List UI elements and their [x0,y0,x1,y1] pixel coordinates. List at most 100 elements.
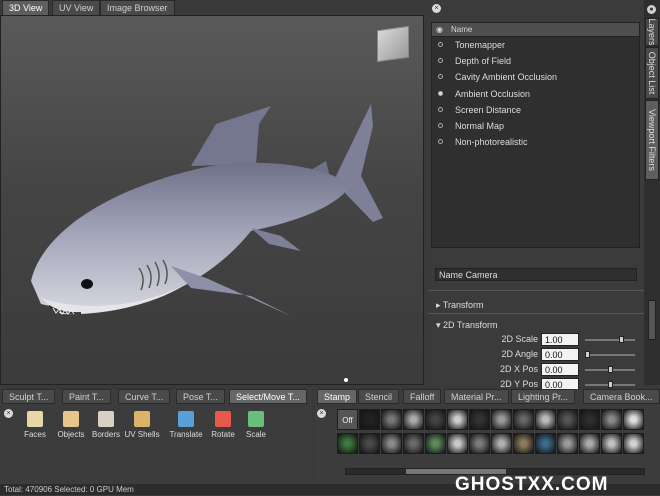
stamp-tab[interactable]: Stamp [317,389,358,404]
slider-knob[interactable] [607,381,613,388]
tab-3d-view[interactable]: 3D View [2,0,50,15]
stamp-thumbnail[interactable] [535,409,556,430]
tab-image-browser[interactable]: Image Browser [100,0,175,15]
stamp-thumbnail[interactable] [359,409,380,430]
stamp-tab[interactable]: Stencil [358,389,400,404]
stamp-thumbnail[interactable] [403,433,424,454]
tool-uv-shells[interactable]: UV Shells [124,411,160,439]
filter-row[interactable]: Depth of Field [432,53,639,69]
stamp-thumbnail[interactable] [623,433,644,454]
toggle-dot-icon[interactable] [438,122,443,128]
tab-layers[interactable]: Layers [645,18,659,46]
toggle-dot-icon[interactable] [438,106,443,112]
stamp-thumbnail[interactable] [491,409,512,430]
stamp-thumbnail[interactable] [337,433,358,454]
toggle-dot-icon[interactable] [438,58,443,64]
tool-tab[interactable]: Sculpt T... [2,389,56,404]
panel-button[interactable]: ● [647,5,656,14]
tool-tab[interactable]: Pose T... [176,389,225,404]
filter-row[interactable]: Tonemapper [432,37,639,53]
stamp-thumbnail[interactable] [557,409,578,430]
stamp-thumbnail[interactable] [579,433,600,454]
stamp-thumbnail[interactable] [425,433,446,454]
stamp-thumbnail[interactable] [601,433,622,454]
tool-faces[interactable]: Faces [17,411,53,439]
tab-layers-label: Layers [647,18,657,46]
filter-row[interactable]: Cavity Ambient Occlusion [432,69,639,85]
tool-rotate[interactable]: Rotate [205,411,241,439]
toggle-dot-icon[interactable] [438,42,443,47]
filter-row[interactable]: Screen Distance [432,102,639,118]
tab-viewport-filters[interactable]: Viewport Filters [645,100,659,180]
field-input[interactable]: 0.00 [541,348,579,361]
tab-viewport-filters-label: Viewport Filters [647,109,657,171]
tool-scale[interactable]: Scale [238,411,274,439]
scrollbar[interactable] [648,300,656,340]
tool-tab[interactable]: Select/Move T... [229,389,307,404]
stamp-thumbnail[interactable] [601,409,622,430]
slider-knob[interactable] [607,366,613,373]
filter-row[interactable]: Non-photorealistic [432,134,639,150]
stamp-thumbnail[interactable] [447,409,468,430]
stamp-tab[interactable]: Falloff [403,389,442,404]
slider-knob[interactable] [618,336,624,343]
tool-tray: Sculpt T... Paint T... Curve T... Pose T...… [0,389,312,484]
scale-icon [248,411,264,427]
stamp-thumbnail[interactable] [469,409,490,430]
tool-borders[interactable]: Borders [88,411,124,439]
filter-list: ◉ Name Tonemapper Depth of Field Cavity Am… [431,22,640,248]
stamp-thumbnail[interactable] [469,433,490,454]
stamp-tab[interactable]: Lighting Pr... [511,389,576,404]
field-slider[interactable] [585,336,635,343]
tool-label: Rotate [211,430,235,439]
stamp-close-icon[interactable]: × [317,409,326,418]
field-input[interactable]: 0.00 [541,363,579,376]
toggle-dot-icon[interactable] [438,74,443,80]
tool-objects[interactable]: Objects [53,411,89,439]
tray-close-icon[interactable]: × [4,409,13,418]
2d-transform-section[interactable]: ▾ 2D Transform [436,320,498,331]
stamp-tab[interactable]: Material Pr... [444,389,509,404]
field-input[interactable]: 1.00 [541,333,579,346]
stamp-thumbnail[interactable] [557,433,578,454]
tool-label: Translate [169,430,203,439]
tool-translate[interactable]: Translate [168,411,204,439]
tool-tab[interactable]: Curve T... [118,389,171,404]
slider-knob[interactable] [585,351,590,358]
stamp-thumbnail[interactable] [513,433,534,454]
view-cube[interactable] [377,25,409,63]
transform-section[interactable]: ▸ Transform [436,300,484,311]
stamp-off[interactable]: Off [337,409,358,430]
eye-icon[interactable]: ◉ [436,25,443,34]
stamp-tab[interactable]: Camera Book... [583,389,660,404]
stamp-thumbnail[interactable] [381,409,402,430]
stamp-thumbnail[interactable] [403,409,424,430]
toggle-dot-icon[interactable] [438,90,443,96]
stamp-thumbnail[interactable] [359,433,380,454]
field-slider[interactable] [585,366,635,373]
filter-label: Cavity Ambient Occlusion [455,72,558,83]
close-icon[interactable]: × [432,4,441,13]
stamp-thumbnail[interactable] [447,433,468,454]
tab-object-list[interactable]: Object List [645,47,659,99]
stamp-thumbnail[interactable] [381,433,402,454]
stamp-thumbnail[interactable] [535,433,556,454]
name-field[interactable]: Name Camera [435,268,637,281]
field-slider[interactable] [585,381,635,388]
filter-label: Screen Distance [455,104,522,115]
3d-viewport[interactable] [0,15,424,385]
tab-uv-view[interactable]: UV View [52,0,101,15]
stamp-thumbnail[interactable] [491,433,512,454]
stamp-thumbnail[interactable] [425,409,446,430]
stamp-thumbnail[interactable] [579,409,600,430]
uv-shells-icon [134,411,150,427]
toggle-dot-icon[interactable] [438,139,443,145]
filter-row[interactable]: Normal Map [432,118,639,134]
tool-label: Objects [57,430,85,439]
stamp-thumbnail[interactable] [623,409,644,430]
stamp-thumbnail[interactable] [513,409,534,430]
filter-row[interactable]: Ambient Occlusion [432,86,639,102]
field-slider[interactable] [585,351,635,358]
filter-label: Depth of Field [455,56,512,67]
tool-tab[interactable]: Paint T... [62,389,111,404]
